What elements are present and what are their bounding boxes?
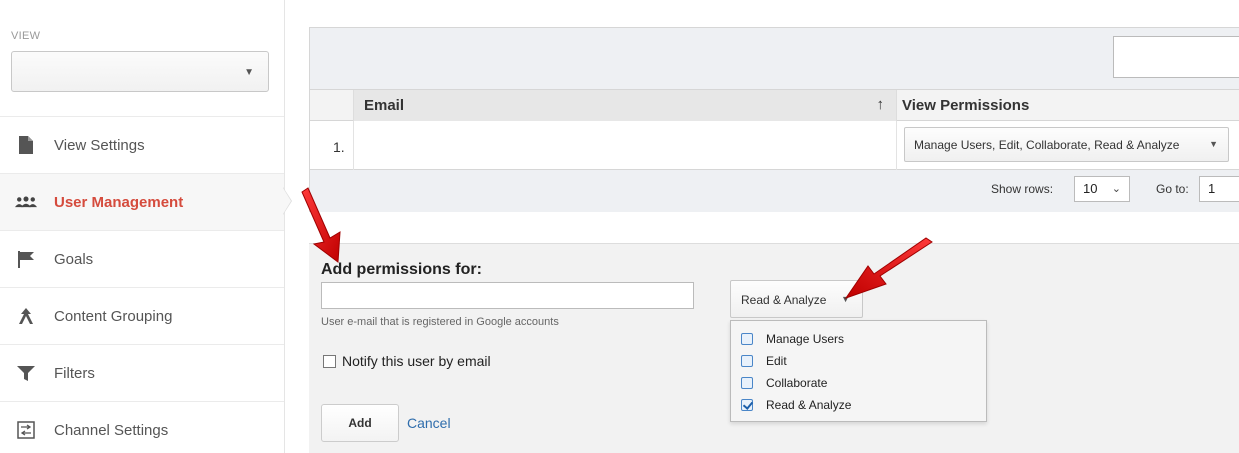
sidebar-item-content-grouping[interactable]: Content Grouping: [0, 287, 284, 344]
show-rows-select[interactable]: 10 ⌄: [1074, 176, 1130, 202]
chevron-down-icon: ▼: [244, 67, 254, 78]
checkbox[interactable]: [741, 355, 753, 367]
sidebar-item-label: User Management: [54, 193, 184, 211]
sidebar-item-label: Content Grouping: [54, 307, 173, 325]
show-rows-label: Show rows:: [991, 182, 1054, 196]
column-header-view-permissions: View Permissions: [902, 97, 1030, 114]
option-label: Read & Analyze: [766, 398, 852, 412]
checkbox[interactable]: [741, 333, 753, 345]
row-permissions-select[interactable]: Manage Users, Edit, Collaborate, Read & …: [904, 127, 1229, 162]
document-icon: [15, 134, 37, 156]
column-header-email[interactable]: Email ↑: [353, 90, 897, 121]
chevron-down-icon: ▼: [1209, 139, 1218, 149]
notify-checkbox-row[interactable]: Notify this user by email: [323, 353, 491, 369]
table-footer: Show rows: 10 ⌄ Go to: 1: [310, 170, 1239, 212]
permission-dropdown-menu: Manage Users Edit Collaborate Read & Ana…: [730, 320, 987, 422]
column-header-email-label: Email: [364, 97, 405, 114]
add-permissions-panel: Add permissions for: User e-mail that is…: [309, 243, 1239, 453]
option-label: Edit: [766, 354, 787, 368]
sidebar-item-view-settings[interactable]: View Settings: [0, 116, 284, 173]
users-table: Email ↑ View Permissions 1. Manage Users…: [309, 27, 1239, 212]
search-input[interactable]: [1113, 36, 1239, 78]
email-field[interactable]: [321, 282, 694, 309]
notify-label: Notify this user by email: [342, 353, 491, 369]
permission-select-value: Read & Analyze: [741, 293, 827, 307]
row-number: 1.: [333, 139, 345, 155]
annotation-arrow-icon: [301, 187, 341, 263]
sidebar-item-channel-settings[interactable]: Channel Settings: [0, 401, 284, 453]
notify-checkbox[interactable]: [323, 354, 336, 368]
sidebar-item-label: Goals: [54, 250, 94, 268]
table-toolbar: [310, 28, 1239, 90]
cancel-link[interactable]: Cancel: [407, 415, 451, 431]
users-icon: [15, 191, 37, 213]
email-help-text: User e-mail that is registered in Google…: [321, 316, 559, 328]
table-row: 1. Manage Users, Edit, Collaborate, Read…: [310, 121, 1239, 170]
option-manage-users[interactable]: Manage Users: [741, 329, 844, 349]
goto-input[interactable]: 1: [1199, 176, 1239, 202]
channel-settings-icon: [15, 419, 37, 441]
checkbox[interactable]: [741, 377, 753, 389]
annotation-arrow-icon: [844, 237, 933, 299]
chevron-down-icon: ⌄: [1111, 183, 1121, 195]
sidebar-item-filters[interactable]: Filters: [0, 344, 284, 401]
option-collaborate[interactable]: Collaborate: [741, 373, 827, 393]
grouping-icon: [15, 305, 37, 327]
goto-label: Go to:: [1156, 182, 1189, 196]
table-header: Email ↑ View Permissions: [310, 90, 1239, 121]
sidebar-item-user-management[interactable]: User Management: [0, 173, 284, 230]
sidebar-item-goals[interactable]: Goals: [0, 230, 284, 287]
view-select[interactable]: ▼: [11, 51, 269, 92]
option-read-analyze[interactable]: Read & Analyze: [741, 395, 851, 415]
active-indicator-fill: [283, 188, 291, 214]
row-email: [353, 121, 897, 170]
sidebar-item-label: Channel Settings: [54, 421, 169, 439]
sort-up-icon[interactable]: ↑: [877, 96, 885, 113]
checkbox-checked[interactable]: [741, 399, 753, 411]
row-permissions-value: Manage Users, Edit, Collaborate, Read & …: [914, 138, 1180, 152]
filter-icon: [15, 362, 37, 384]
sidebar-item-label: Filters: [54, 364, 95, 382]
view-label: VIEW: [11, 30, 41, 42]
option-label: Manage Users: [766, 332, 845, 346]
add-button[interactable]: Add: [321, 404, 399, 442]
option-label: Collaborate: [766, 376, 828, 390]
sidebar-item-label: View Settings: [54, 136, 145, 154]
flag-icon: [15, 248, 37, 270]
option-edit[interactable]: Edit: [741, 351, 787, 371]
show-rows-value: 10: [1083, 181, 1098, 196]
sidebar: VIEW ▼ View Settings User Management Goa…: [0, 0, 285, 453]
